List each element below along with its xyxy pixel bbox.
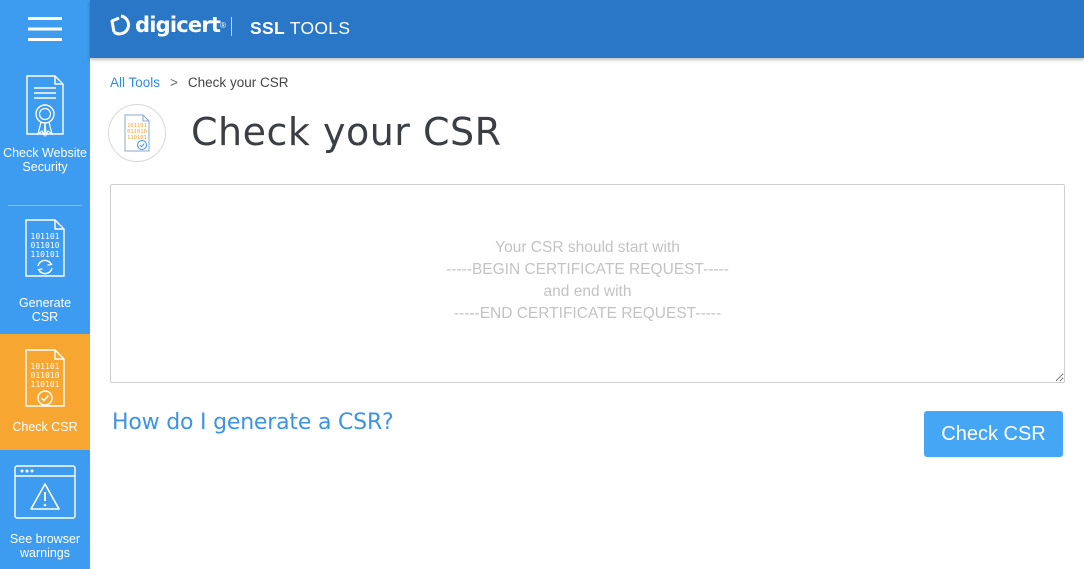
- header-divider: [231, 17, 232, 36]
- logo-registered-mark: ®: [220, 20, 227, 30]
- page-title-icon: 101101 011010 110101: [108, 104, 166, 162]
- svg-text:110101: 110101: [127, 135, 147, 141]
- digicert-logo[interactable]: digicert ®: [110, 13, 226, 37]
- top-bar: digicert ® SSL TOOLS: [90, 0, 1084, 58]
- browser-warning-icon: [14, 465, 76, 519]
- svg-text:101101: 101101: [31, 362, 60, 371]
- how-to-generate-csr-link[interactable]: How do I generate a CSR?: [112, 410, 394, 435]
- logo-text: digicert: [135, 13, 221, 37]
- sidebar-item-label: See browser warnings: [9, 532, 81, 560]
- sidebar: Check Website Security 101101 011010 110…: [0, 0, 90, 569]
- sidebar-item-label: Check Website Security: [3, 146, 87, 174]
- csr-input[interactable]: [110, 184, 1065, 383]
- product-name: SSL TOOLS: [250, 18, 350, 39]
- digicert-mark-icon: [110, 14, 130, 36]
- svg-text:101101: 101101: [31, 232, 60, 241]
- svg-text:011010: 011010: [31, 241, 60, 250]
- product-name-rest: TOOLS: [289, 18, 351, 38]
- sidebar-item-generate-csr[interactable]: 101101 011010 110101 Generate CSR: [0, 206, 90, 334]
- svg-text:011010: 011010: [31, 371, 60, 380]
- binary-document-refresh-icon: 101101 011010 110101: [25, 219, 65, 277]
- breadcrumb-all-tools-link[interactable]: All Tools: [110, 75, 160, 90]
- check-csr-button[interactable]: Check CSR: [924, 411, 1063, 457]
- binary-document-check-icon: 101101 011010 110101: [25, 349, 65, 407]
- binary-document-check-icon: 101101 011010 110101: [124, 114, 150, 152]
- sidebar-item-label: Check CSR: [12, 420, 78, 434]
- hamburger-icon: [28, 17, 62, 41]
- sidebar-item-check-website-security[interactable]: Check Website Security: [0, 60, 90, 205]
- breadcrumb-current: Check your CSR: [187, 75, 289, 90]
- sidebar-item-see-browser-warnings[interactable]: See browser warnings: [0, 450, 90, 569]
- breadcrumb: All Tools > Check your CSR: [110, 75, 288, 90]
- sidebar-item-check-csr[interactable]: 101101 011010 110101 Check CSR: [0, 334, 90, 450]
- page-title: Check your CSR: [191, 110, 502, 154]
- svg-text:110101: 110101: [31, 380, 60, 389]
- sidebar-item-label: Generate CSR: [18, 296, 72, 324]
- breadcrumb-separator: >: [170, 75, 178, 90]
- product-name-bold: SSL: [250, 18, 285, 38]
- certificate-ribbon-icon: [26, 75, 64, 138]
- svg-text:110101: 110101: [31, 250, 60, 259]
- hamburger-menu-button[interactable]: [0, 0, 90, 58]
